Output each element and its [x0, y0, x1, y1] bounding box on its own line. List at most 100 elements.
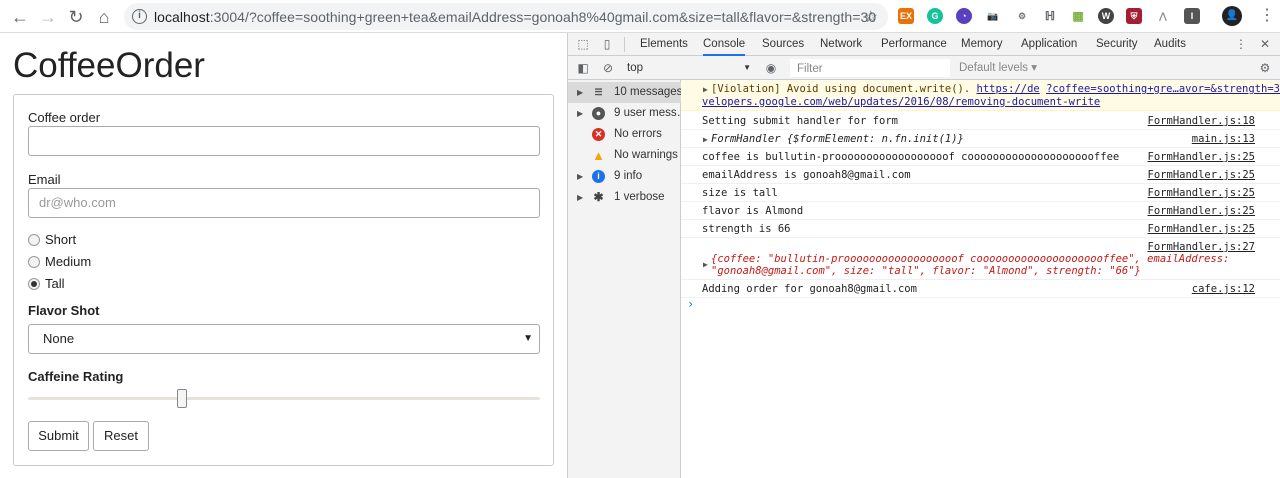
extension-icon[interactable]: ◔ [956, 8, 972, 24]
page-title: CoffeeOrder [13, 46, 205, 85]
extension-icon[interactable]: ℍ [1042, 8, 1058, 24]
close-icon[interactable]: ✕ [1258, 37, 1272, 51]
camera-icon[interactable]: 📷 [985, 8, 1001, 24]
email-label: Email [28, 172, 61, 187]
console-message: flavor is Almond FormHandler.js:25 [681, 202, 1280, 220]
caffeine-slider-handle[interactable] [176, 389, 187, 408]
submit-button[interactable]: Submit [28, 421, 89, 451]
tab-console[interactable]: Console [703, 33, 746, 56]
violation-link-cont[interactable]: velopers.google.com/web/updates/2016/08/… [702, 96, 1100, 108]
sidebar-item-messages[interactable]: ▶ ☰ 10 messages [568, 82, 681, 103]
extension-icon[interactable]: ▦ [1070, 8, 1086, 24]
back-icon[interactable]: ← [8, 5, 32, 29]
source-link[interactable]: cafe.js:12 [1192, 283, 1255, 295]
source-link[interactable]: FormHandler.js:25 [1148, 205, 1255, 217]
console-message: coffee is bullutin-proooooooooooooooooof… [681, 148, 1280, 166]
sidebar-item-errors[interactable]: ✕ No errors [568, 124, 681, 145]
source-link[interactable]: FormHandler.js:25 [1148, 151, 1255, 163]
radio-icon[interactable] [28, 256, 40, 268]
info-icon[interactable]: i [132, 9, 147, 24]
order-form: Coffee order Email dr@who.com Short Medi… [13, 94, 554, 466]
device-toolbar-icon[interactable]: ▯ [600, 37, 614, 51]
tab-network[interactable]: Network [820, 33, 862, 56]
extension-icon[interactable]: EX [898, 8, 914, 24]
tab-application[interactable]: Application [1021, 33, 1077, 56]
source-link[interactable]: FormHandler.js:25 [1148, 187, 1255, 199]
extension-icon[interactable]: ⋀ [1155, 8, 1171, 24]
avatar[interactable]: 👤 [1222, 6, 1242, 26]
grammarly-icon[interactable]: G [927, 8, 943, 24]
console-message-object: FormHandler.js:27 ▶ {coffee: "bullutin-p… [681, 238, 1280, 280]
more-menu-icon[interactable]: ⋮ [1234, 37, 1248, 51]
expand-icon[interactable]: ▶ [577, 82, 583, 103]
object-line-1: {coffee: "bullutin-proooooooooooooooooof… [711, 253, 1230, 265]
console-message: emailAddress is gonoah8@gmail.com FormHa… [681, 166, 1280, 184]
default-levels-dropdown[interactable]: Default levels ▾ [959, 59, 1037, 77]
console-prompt-icon[interactable]: › [687, 297, 694, 311]
tab-security[interactable]: Security [1096, 33, 1138, 56]
tab-audits[interactable]: Audits [1154, 33, 1186, 56]
bug-icon: ✱ [593, 190, 604, 204]
expand-icon[interactable]: ▶ [577, 103, 583, 124]
tab-elements[interactable]: Elements [640, 33, 688, 56]
tab-memory[interactable]: Memory [961, 33, 1003, 56]
bookmark-star-icon[interactable]: ☆ [864, 7, 878, 27]
extension-icon[interactable]: ⚙ [1014, 8, 1030, 24]
expand-icon[interactable]: ▶ [577, 187, 583, 208]
more-menu-icon[interactable]: ⋮ [1259, 6, 1275, 26]
console-message: ▶ FormHandler {$formElement: n.fn.init(1… [681, 130, 1280, 148]
sidebar-item-user-messages[interactable]: ▶ ● 9 user mess… [568, 103, 681, 124]
inspect-icon[interactable]: ⬚ [576, 37, 590, 51]
source-link[interactable]: main.js:13 [1192, 133, 1255, 145]
eye-icon[interactable]: ◉ [764, 61, 778, 75]
chevron-down-icon: ▼ [743, 63, 751, 72]
expand-icon[interactable]: ▶ [703, 135, 708, 144]
flavor-shot-label: Flavor Shot [28, 303, 100, 318]
reload-icon[interactable]: ↻ [64, 5, 88, 29]
tab-sources[interactable]: Sources [762, 33, 804, 56]
size-label: Tall [45, 276, 65, 291]
clear-console-icon[interactable]: ⊘ [601, 61, 615, 75]
sidebar-item-info[interactable]: ▶ i 9 info [568, 166, 681, 187]
email-input[interactable]: dr@who.com [28, 188, 540, 218]
source-link[interactable]: FormHandler.js:25 [1148, 223, 1255, 235]
wordpress-icon[interactable]: W [1098, 8, 1114, 24]
violation-source-link[interactable]: ?coffee=soothing+gre…avor=&strength=30:9 [1046, 83, 1280, 95]
console-sidebar: ▶ ☰ 10 messages ▶ ● 9 user mess… ✕ No er… [568, 80, 681, 478]
forward-icon[interactable]: → [36, 5, 60, 29]
violation-link[interactable]: https://de [977, 83, 1040, 95]
list-icon: ☰ [594, 87, 603, 97]
context-select[interactable]: top ▼ [627, 59, 751, 77]
coffee-order-input[interactable] [28, 126, 540, 156]
expand-icon[interactable]: ▶ [703, 85, 708, 94]
sidebar-item-verbose[interactable]: ▶ ✱ 1 verbose [568, 187, 681, 208]
chevron-down-icon: ▼ [523, 333, 533, 344]
address-bar[interactable]: i localhost:3004/?coffee=soothing+green+… [124, 3, 888, 30]
extension-icon[interactable]: I [1184, 8, 1200, 24]
radio-checked-icon[interactable] [28, 278, 40, 290]
violation-text: [Violation] Avoid using document.write()… [711, 83, 977, 95]
extension-icon[interactable]: ⛨ [1126, 8, 1142, 24]
caffeine-slider[interactable] [28, 397, 540, 400]
context-value: top [627, 62, 643, 74]
sidebar-toggle-icon[interactable]: ◧ [576, 61, 590, 75]
gear-icon[interactable]: ⚙ [1258, 61, 1272, 75]
expand-icon[interactable]: ▶ [577, 166, 583, 187]
filter-input[interactable]: Filter [790, 59, 950, 77]
console-message: Setting submit handler for form FormHand… [681, 112, 1280, 130]
url-text[interactable]: localhost:3004/?coffee=soothing+green+te… [154, 9, 876, 25]
source-link[interactable]: FormHandler.js:25 [1148, 169, 1255, 181]
radio-icon[interactable] [28, 234, 40, 246]
flavor-select[interactable]: None ▼ [28, 324, 540, 354]
source-link[interactable]: FormHandler.js:27 [1148, 241, 1255, 253]
home-icon[interactable]: ⌂ [92, 5, 116, 29]
sidebar-item-warnings[interactable]: ▲ No warnings [568, 145, 681, 166]
expand-icon[interactable]: ▶ [703, 260, 708, 269]
error-icon: ✕ [592, 128, 605, 141]
tab-performance[interactable]: Performance [881, 33, 947, 56]
console-message: strength is 66 FormHandler.js:25 [681, 220, 1280, 238]
source-link[interactable]: FormHandler.js:18 [1148, 115, 1255, 127]
browser-toolbar: ← → ↻ ⌂ i localhost:3004/?coffee=soothin… [0, 0, 1280, 33]
reset-button[interactable]: Reset [93, 421, 149, 451]
warning-icon: ▲ [592, 148, 605, 163]
